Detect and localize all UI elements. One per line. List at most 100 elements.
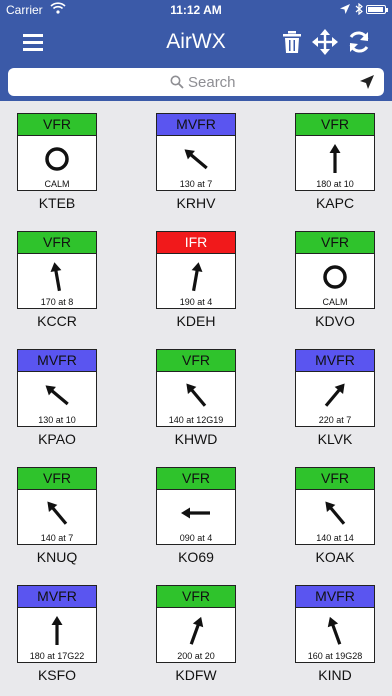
search-icon [170, 75, 184, 89]
wind-direction-arrow-icon [45, 385, 69, 406]
flight-category-badge: VFR [18, 468, 96, 490]
flight-category-badge: VFR [296, 468, 374, 490]
station-card: IFR 190 at 4 [156, 231, 236, 309]
station-cell[interactable]: VFR CALM KDVO [295, 231, 375, 349]
move-icon[interactable] [311, 28, 339, 56]
wind-text: 130 at 10 [38, 415, 76, 425]
wind-text: 180 at 17G22 [29, 651, 85, 661]
station-cell[interactable]: MVFR 180 at 17G22 KSFO [17, 585, 97, 696]
wind-text: CALM [322, 297, 348, 307]
wind-direction-arrow-icon [191, 262, 203, 292]
station-id: KNUQ [36, 549, 78, 565]
wind-text: 140 at 14 [316, 533, 354, 543]
station-id: KCCR [37, 313, 77, 329]
wind-text: 180 at 10 [316, 179, 354, 189]
station-id: KAPC [315, 195, 355, 211]
station-card: VFR 180 at 10 [295, 113, 375, 191]
wind-text: 090 at 4 [179, 533, 213, 543]
flight-category-badge: VFR [157, 586, 235, 608]
wind-text: 220 at 7 [318, 415, 352, 425]
station-card: VFR 140 at 12G19 [156, 349, 236, 427]
search-box[interactable] [8, 68, 384, 96]
wind-text: 130 at 7 [179, 179, 213, 189]
wind-direction-arrow-icon [327, 616, 342, 645]
station-card: MVFR 160 at 19G28 [295, 585, 375, 663]
wind-text: 140 at 7 [40, 533, 74, 543]
station-cell[interactable]: MVFR 220 at 7 KLVK [295, 349, 375, 467]
wind-direction-arrow-icon [324, 383, 345, 407]
flight-category-badge: VFR [296, 232, 374, 254]
flight-category-badge: VFR [18, 114, 96, 136]
calm-wind-icon [323, 265, 347, 289]
flight-category-badge: MVFR [296, 350, 374, 372]
wind-direction-arrow-icon [325, 501, 346, 525]
wind-text: 170 at 8 [40, 297, 74, 307]
station-card: VFR 090 at 4 [156, 467, 236, 545]
station-grid: VFR CALM KTEB MVFR 130 at 7 KRHV VFR 180 at 10 K… [0, 101, 392, 696]
station-cell[interactable]: IFR 190 at 4 KDEH [156, 231, 236, 349]
station-card: VFR CALM [17, 113, 97, 191]
wind-direction-arrow-icon [51, 616, 63, 645]
refresh-icon[interactable] [345, 28, 373, 56]
station-id: KDFW [175, 667, 217, 683]
station-id: KHWD [174, 431, 218, 447]
station-cell[interactable]: VFR 140 at 14 KOAK [295, 467, 375, 585]
flight-category-badge: MVFR [18, 586, 96, 608]
station-cell[interactable]: VFR 140 at 7 KNUQ [17, 467, 97, 585]
calm-wind-icon [45, 147, 69, 171]
station-card: MVFR 130 at 7 [156, 113, 236, 191]
flight-category-badge: VFR [18, 232, 96, 254]
station-id: KPAO [38, 431, 76, 447]
station-id: KRHV [176, 195, 216, 211]
station-cell[interactable]: VFR 170 at 8 KCCR [17, 231, 97, 349]
flight-category-badge: IFR [157, 232, 235, 254]
station-cell[interactable]: MVFR 130 at 7 KRHV [156, 113, 236, 231]
wind-direction-arrow-icon [186, 383, 207, 407]
station-id: KSFO [37, 667, 77, 683]
status-bar: Carrier 11:12 AM [0, 0, 392, 20]
location-arrow-icon [340, 4, 350, 14]
flight-category-badge: VFR [157, 468, 235, 490]
station-cell[interactable]: MVFR 160 at 19G28 KIND [295, 585, 375, 696]
flight-category-badge: MVFR [296, 586, 374, 608]
station-id: KDVO [315, 313, 355, 329]
wind-direction-arrow-icon [329, 144, 341, 173]
station-card: VFR 200 at 20 [156, 585, 236, 663]
wind-text: 200 at 20 [177, 651, 215, 661]
station-cell[interactable]: VFR 140 at 12G19 KHWD [156, 349, 236, 467]
flight-category-badge: MVFR [157, 114, 235, 136]
station-card: VFR 140 at 14 [295, 467, 375, 545]
wind-text: 190 at 4 [179, 297, 213, 307]
battery-icon [366, 5, 388, 14]
search-bar [0, 64, 392, 101]
wind-direction-arrow-icon [47, 501, 68, 525]
station-id: KLVK [317, 431, 353, 447]
wind-direction-arrow-icon [50, 262, 62, 292]
flight-category-badge: VFR [296, 114, 374, 136]
trash-icon[interactable] [278, 28, 306, 56]
flight-category-badge: VFR [157, 350, 235, 372]
wind-direction-arrow-icon [181, 507, 210, 519]
wind-direction-arrow-icon [189, 616, 204, 645]
station-cell[interactable]: VFR 180 at 10 KAPC [295, 113, 375, 231]
station-id: KIND [318, 667, 352, 683]
bluetooth-icon [355, 3, 363, 15]
station-cell[interactable]: VFR CALM KTEB [17, 113, 97, 231]
station-card: VFR CALM [295, 231, 375, 309]
search-input[interactable] [188, 70, 348, 94]
station-card: VFR 140 at 7 [17, 467, 97, 545]
station-id: KTEB [38, 195, 76, 211]
station-id: KOAK [315, 549, 355, 565]
station-card: MVFR 130 at 10 [17, 349, 97, 427]
location-arrow-icon[interactable] [360, 75, 374, 89]
station-cell[interactable]: MVFR 130 at 10 KPAO [17, 349, 97, 467]
status-time: 11:12 AM [170, 3, 222, 17]
station-card: VFR 170 at 8 [17, 231, 97, 309]
station-card: MVFR 220 at 7 [295, 349, 375, 427]
wind-text: 140 at 12G19 [168, 415, 224, 425]
station-id: KO69 [178, 549, 214, 565]
wind-text: 160 at 19G28 [307, 651, 363, 661]
station-cell[interactable]: VFR 200 at 20 KDFW [156, 585, 236, 696]
station-id: KDEH [176, 313, 216, 329]
station-cell[interactable]: VFR 090 at 4 KO69 [156, 467, 236, 585]
